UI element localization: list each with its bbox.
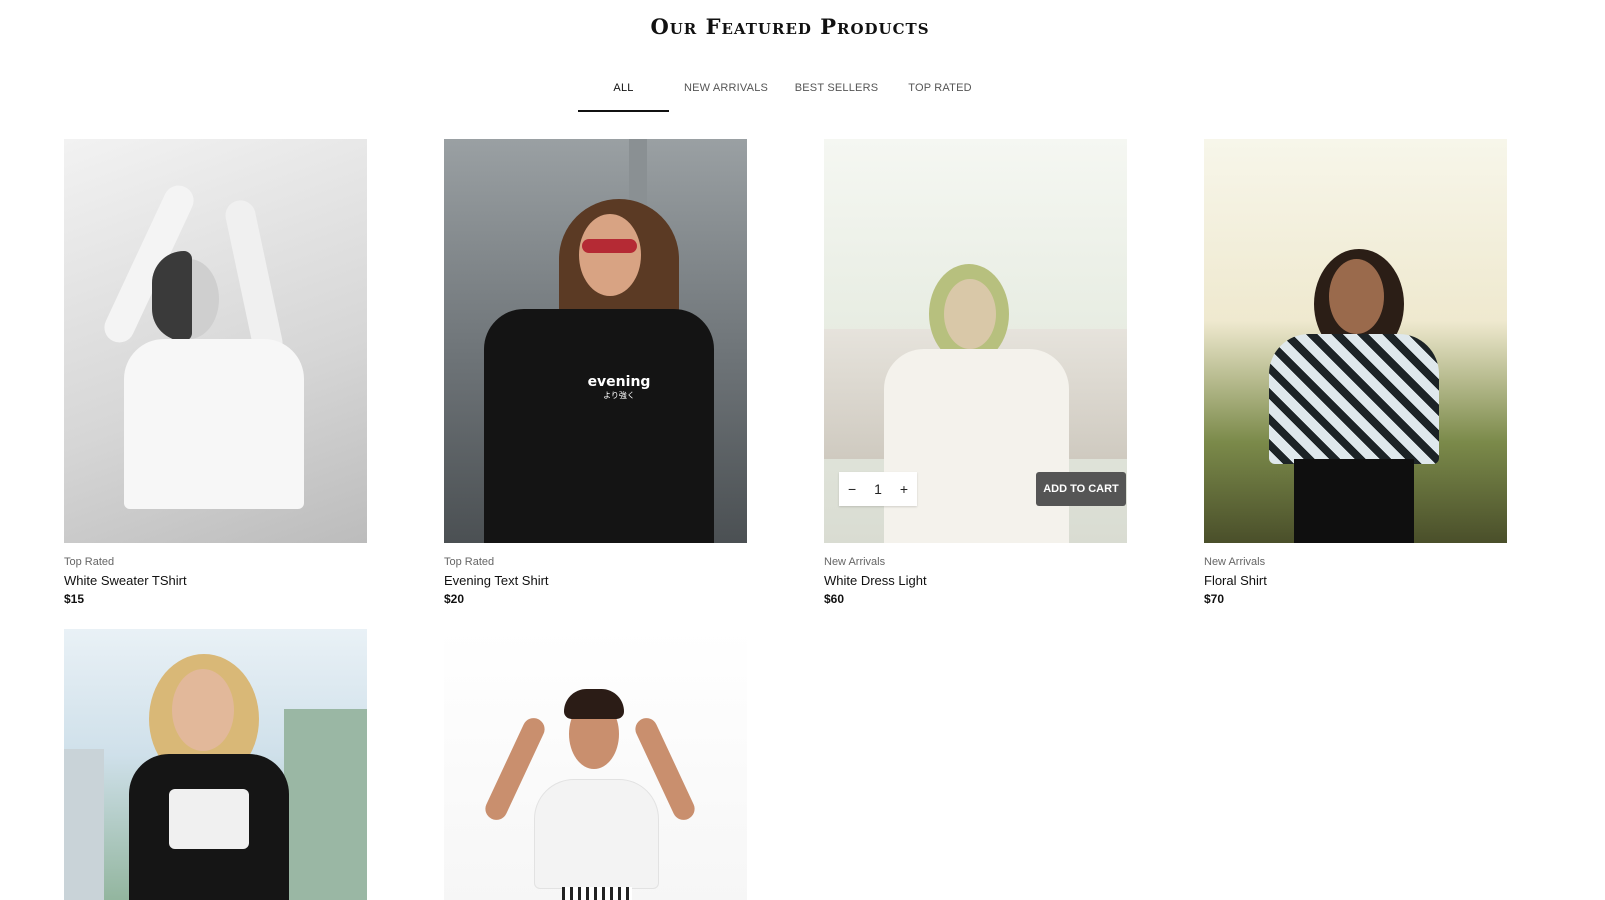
section-title: Our Featured Products bbox=[650, 14, 930, 39]
product-card[interactable]: New Arrivals Floral Shirt $70 bbox=[1204, 139, 1507, 608]
product-name[interactable]: Evening Text Shirt bbox=[444, 572, 747, 590]
product-image[interactable] bbox=[444, 629, 747, 900]
product-image[interactable] bbox=[1204, 139, 1507, 543]
tab-all[interactable]: ALL bbox=[578, 72, 669, 112]
product-price: $70 bbox=[1204, 592, 1225, 606]
product-image[interactable]: evening より強く bbox=[444, 139, 747, 543]
product-card[interactable]: evening より強く Top Rated Evening Text Shir… bbox=[444, 139, 747, 608]
product-card[interactable] bbox=[64, 629, 367, 900]
product-card[interactable]: Top Rated White Sweater TShirt $15 bbox=[64, 139, 367, 608]
product-name[interactable]: Floral Shirt bbox=[1204, 572, 1507, 590]
product-price: $60 bbox=[824, 592, 845, 606]
product-image[interactable] bbox=[64, 139, 367, 543]
tee-print-text: evening bbox=[587, 374, 651, 390]
product-image[interactable] bbox=[64, 629, 367, 900]
quick-add-bar: − 1 + ADD TO CART bbox=[839, 472, 1126, 508]
product-image[interactable]: − 1 + ADD TO CART bbox=[824, 139, 1127, 543]
product-price: $20 bbox=[444, 592, 465, 606]
tab-new-arrivals[interactable]: NEW ARRIVALS bbox=[669, 72, 783, 112]
product-filter-tabs: ALL NEW ARRIVALS BEST SELLERS TOP RATED bbox=[578, 72, 990, 112]
product-category: New Arrivals bbox=[824, 556, 886, 568]
product-card[interactable] bbox=[444, 629, 747, 900]
add-to-cart-button[interactable]: ADD TO CART bbox=[1036, 472, 1126, 506]
tab-top-rated[interactable]: TOP RATED bbox=[890, 72, 990, 112]
minus-icon[interactable]: − bbox=[848, 481, 856, 497]
quantity-value: 1 bbox=[874, 481, 882, 497]
product-name[interactable]: White Sweater TShirt bbox=[64, 572, 367, 590]
product-category: Top Rated bbox=[64, 556, 115, 568]
quantity-stepper[interactable]: − 1 + bbox=[839, 472, 917, 506]
product-category: Top Rated bbox=[444, 556, 495, 568]
product-name[interactable]: White Dress Light bbox=[824, 572, 1127, 590]
product-category: New Arrivals bbox=[1204, 556, 1266, 568]
product-card[interactable]: − 1 + ADD TO CART New Arrivals White Dre… bbox=[824, 139, 1127, 608]
product-price: $15 bbox=[64, 592, 85, 606]
plus-icon[interactable]: + bbox=[900, 481, 908, 497]
tab-best-sellers[interactable]: BEST SELLERS bbox=[783, 72, 890, 112]
tee-print-subtext: より強く bbox=[603, 391, 635, 400]
